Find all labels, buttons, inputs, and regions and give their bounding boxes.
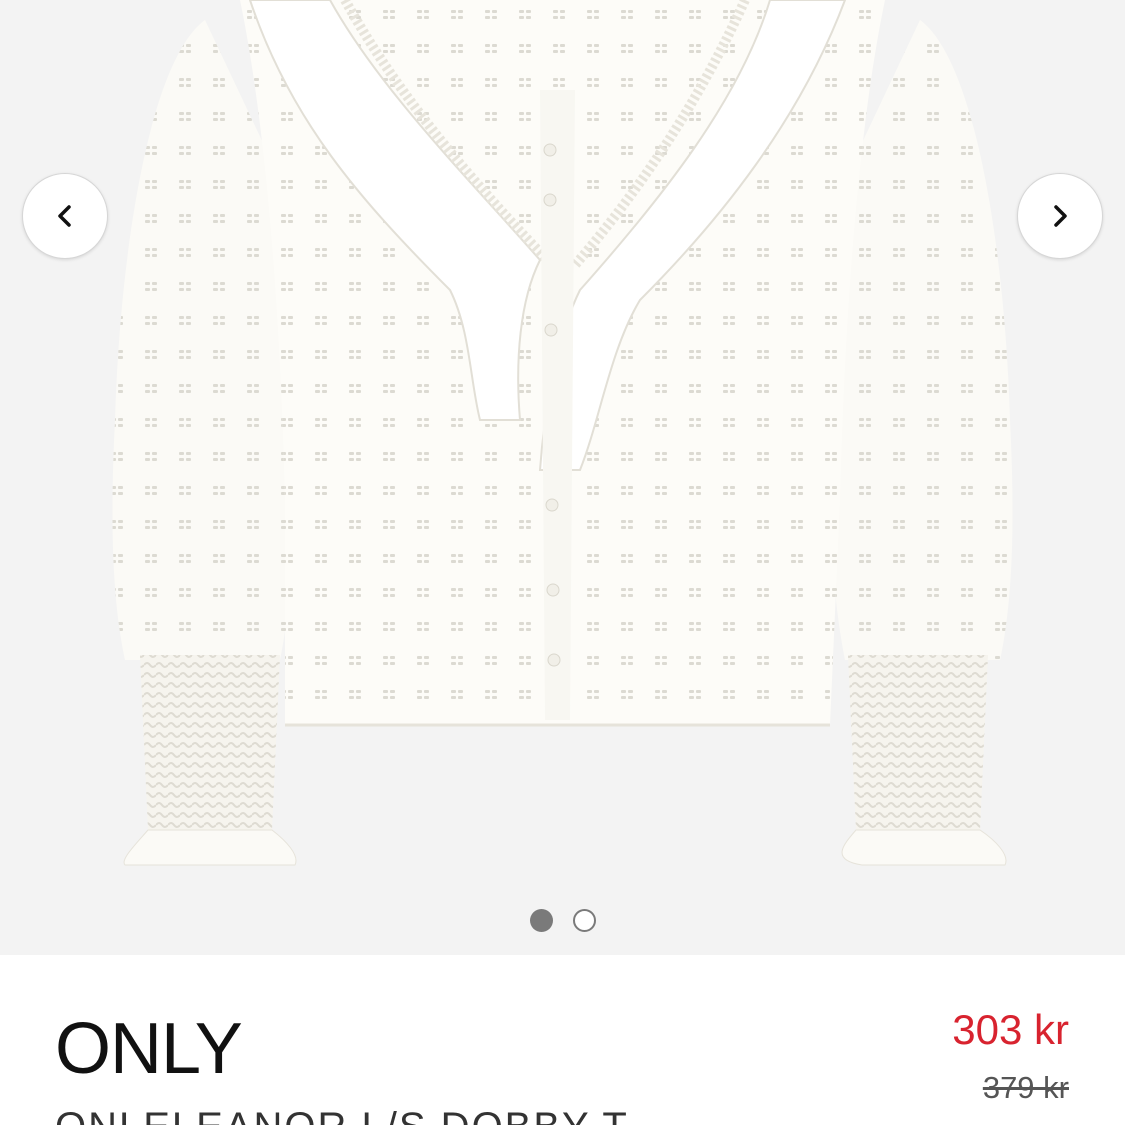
previous-image-button[interactable]	[22, 173, 108, 259]
product-image-gallery[interactable]	[0, 0, 1125, 955]
brand-name[interactable]: ONLY	[55, 1013, 243, 1085]
gallery-pagination	[0, 909, 1125, 933]
pagination-dot-1[interactable]	[529, 909, 553, 932]
product-image[interactable]	[0, 0, 1125, 955]
chevron-left-icon	[58, 205, 71, 227]
product-name: ONLELEANOR L/S DOBBY T	[55, 1107, 629, 1125]
sale-price: 303 kr	[952, 1006, 1069, 1053]
next-image-button[interactable]	[1017, 173, 1103, 259]
chevron-right-icon	[1054, 205, 1067, 227]
original-price: 379 kr	[982, 1070, 1069, 1105]
product-info: ONLY ONLELEANOR L/S DOBBY T 303 kr 379 k…	[0, 955, 1125, 1125]
pagination-dot-2[interactable]	[572, 909, 596, 932]
